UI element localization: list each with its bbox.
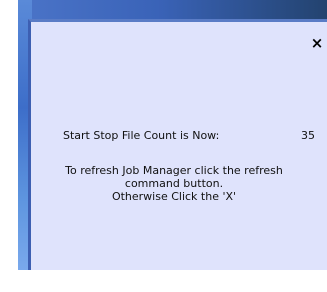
instruction-line-3: Otherwise Click the 'X' — [111, 190, 237, 203]
file-count-value: 35 — [301, 129, 315, 142]
desktop-background-top — [18, 0, 327, 20]
file-count-row: Start Stop File Count is Now: 35 — [63, 129, 327, 142]
instruction-line-2: command button. — [124, 177, 224, 190]
screen: × Start Stop File Count is Now: 35 To re… — [0, 0, 327, 292]
close-icon[interactable]: × — [309, 35, 325, 51]
refresh-instructions: To refresh Job Manager click the refresh… — [31, 164, 324, 203]
file-count-label: Start Stop File Count is Now: — [63, 129, 220, 142]
start-stop-dialog: × Start Stop File Count is Now: 35 To re… — [28, 19, 327, 270]
instruction-line-1: To refresh Job Manager click the refresh — [65, 164, 283, 177]
